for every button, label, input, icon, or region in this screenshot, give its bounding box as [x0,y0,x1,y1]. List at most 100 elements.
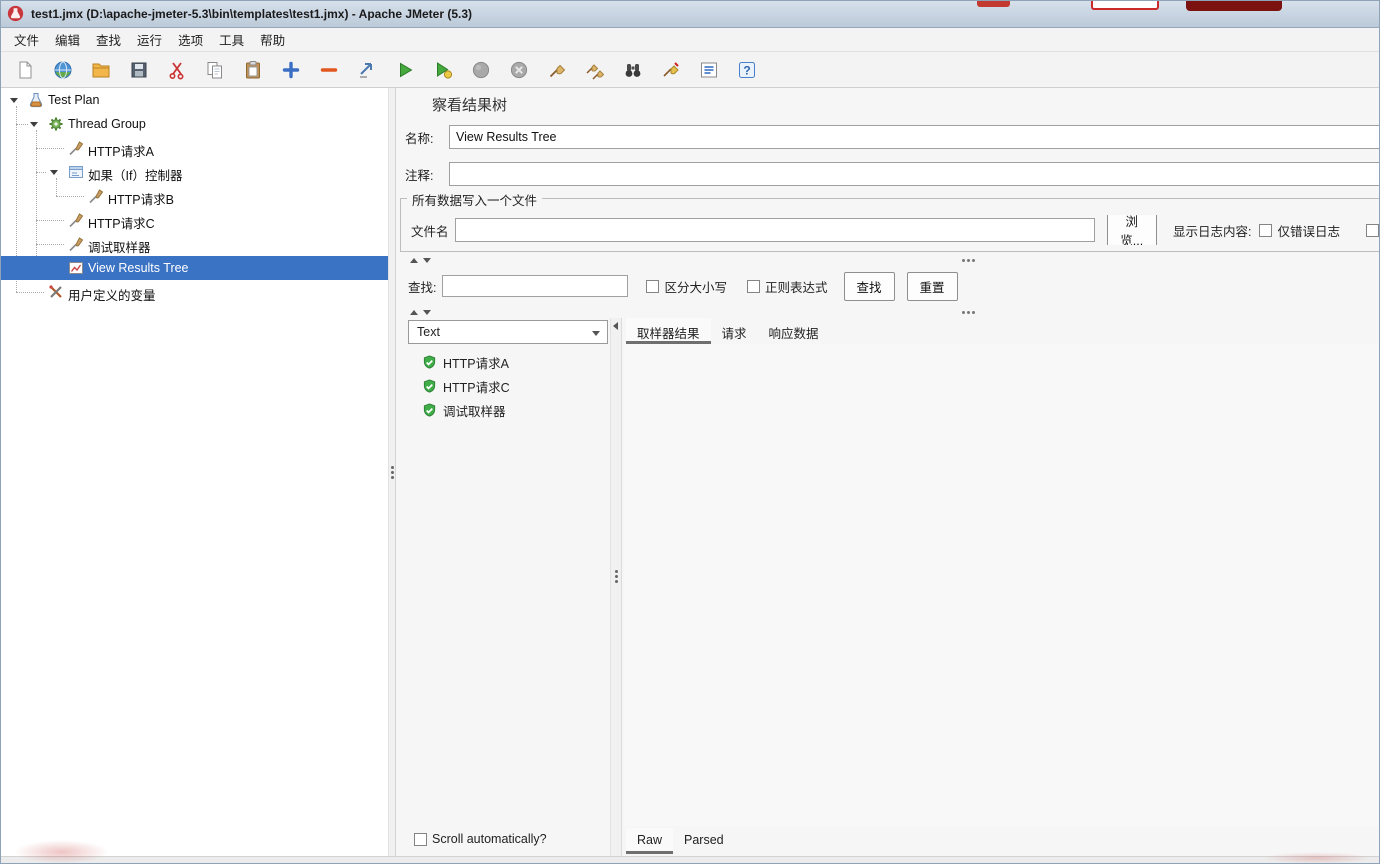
collapse-down-icon[interactable] [423,257,431,267]
horizontal-splitter[interactable] [402,254,1380,266]
save-button[interactable] [124,56,154,84]
search-input[interactable] [442,275,629,297]
expand-all-button[interactable] [276,56,306,84]
menu-tools[interactable]: 工具 [211,27,252,52]
tree-item-thread-group[interactable]: Thread Group [0,112,388,136]
test-plan-icon [28,92,44,108]
menu-file[interactable]: 文件 [6,27,47,52]
tab-sampler-result[interactable]: 取样器结果 [626,318,711,344]
clear-button[interactable] [542,56,572,84]
checkbox-box-icon[interactable] [414,832,427,846]
user-defined-variables-icon [48,284,64,300]
result-detail-tabs: 取样器结果 请求 响应数据 [626,318,1380,344]
paste-button[interactable] [238,56,268,84]
browse-button[interactable]: 浏览... [1106,215,1157,245]
new-button[interactable] [10,56,40,84]
open-button[interactable] [86,56,116,84]
name-input[interactable] [449,125,1380,149]
menu-help[interactable]: 帮助 [252,27,293,52]
toggle-button[interactable] [352,56,382,84]
result-item-http-request-c[interactable]: HTTP请求C [422,374,510,398]
clear-all-button[interactable] [580,56,610,84]
find-button[interactable]: 查找 [843,271,895,301]
expand-toggle-icon[interactable] [10,98,18,103]
expand-toggle-icon[interactable] [30,122,38,127]
splitter-grip-icon [962,311,965,314]
tree-item-test-plan[interactable]: Test Plan [0,88,388,112]
regex-checkbox[interactable]: 正则表达式 [747,277,828,296]
chevron-down-icon [592,331,600,336]
horizontal-splitter[interactable] [402,306,1380,318]
tree-item-http-request-b[interactable]: HTTP请求B [0,184,388,208]
paste-icon [246,60,260,78]
results-splitter[interactable] [610,318,622,856]
tree-content-splitter[interactable] [388,88,396,856]
filename-input[interactable] [454,218,1095,242]
search-reset-button[interactable] [656,56,686,84]
checkbox-box-icon[interactable] [1366,223,1379,237]
collapse-left-icon[interactable] [613,322,618,330]
tab-raw[interactable]: Raw [626,828,674,854]
debug-sampler-icon [68,236,84,252]
titlebar-artifact [977,0,1010,7]
expand-toggle-icon[interactable] [50,170,58,175]
start-no-pauses-button[interactable] [428,56,458,84]
workspace: Test Plan Thread Group HTTP请求A 如果（If）控制器 [0,88,1380,856]
tab-request[interactable]: 请求 [711,318,758,344]
checkbox-box-icon[interactable] [646,279,660,293]
tree-item-if-controller[interactable]: 如果（If）控制器 [0,160,388,184]
errors-only-checkbox[interactable]: 仅错误日志 [1259,221,1340,240]
copy-button[interactable] [200,56,230,84]
sampler-result-content [624,344,1380,826]
toolbar: ? [0,52,1380,88]
tree-item-user-defined-variables[interactable]: 用户定义的变量 [0,280,388,304]
tree-item-debug-sampler[interactable]: 调试取样器 [0,232,388,256]
tree-item-view-results-tree[interactable]: View Results Tree [0,256,388,280]
menu-edit[interactable]: 编辑 [47,27,88,52]
collapse-all-button[interactable] [314,56,344,84]
reset-button[interactable]: 重置 [906,271,958,301]
new-icon [19,61,32,78]
http-request-icon [88,188,104,204]
success-shield-icon [422,402,437,418]
shutdown-button[interactable] [504,56,534,84]
menu-search[interactable]: 查找 [88,27,129,52]
help-icon: ? [739,61,755,78]
cut-icon [169,61,184,80]
templates-button[interactable] [48,56,78,84]
search-icon [625,63,641,77]
comment-input[interactable] [449,162,1380,186]
start-no-pauses-icon [437,61,453,79]
case-sensitive-checkbox[interactable]: 区分大小写 [646,277,727,296]
start-button[interactable] [390,56,420,84]
tab-parsed[interactable]: Parsed [673,828,735,854]
collapse-all-icon [320,67,338,72]
tree-item-http-request-a[interactable]: HTTP请求A [0,136,388,160]
result-item-http-request-a[interactable]: HTTP请求A [422,350,509,374]
renderer-select[interactable]: Text [408,320,608,344]
menu-run[interactable]: 运行 [129,27,170,52]
help-button[interactable]: ? [732,56,762,84]
splitter-grip-icon [615,570,618,573]
function-helper-button[interactable] [694,56,724,84]
collapse-up-icon[interactable] [410,306,418,315]
checkbox-box-icon[interactable] [747,279,760,293]
name-row: 名称: [405,124,1380,150]
stop-button[interactable] [466,56,496,84]
tree-item-http-request-c[interactable]: HTTP请求C [0,208,388,232]
menu-options[interactable]: 选项 [170,27,211,52]
window-title: test1.jmx (D:\apache-jmeter-5.3\bin\temp… [31,6,473,21]
tab-response-data[interactable]: 响应数据 [758,318,830,344]
search-label: 查找: [408,280,437,295]
scroll-automatically-checkbox[interactable]: Scroll automatically? [414,832,547,846]
checkbox-box-icon[interactable] [1259,223,1273,237]
collapse-up-icon[interactable] [410,254,418,263]
search-reset-icon [663,61,679,77]
search-button[interactable] [618,56,648,84]
cut-button[interactable] [162,56,192,84]
view-results-tree-panel: 察看结果树 名称: 注释: 所有数据写入一个文件 文件名 浏览... 显示日志内… [396,88,1380,856]
comment-row: 注释: [405,161,1380,187]
result-item-debug-sampler[interactable]: 调试取样器 [422,398,506,422]
successes-only-checkbox[interactable] [1366,223,1379,237]
test-plan-tree: Test Plan Thread Group HTTP请求A 如果（If）控制器 [0,88,388,856]
